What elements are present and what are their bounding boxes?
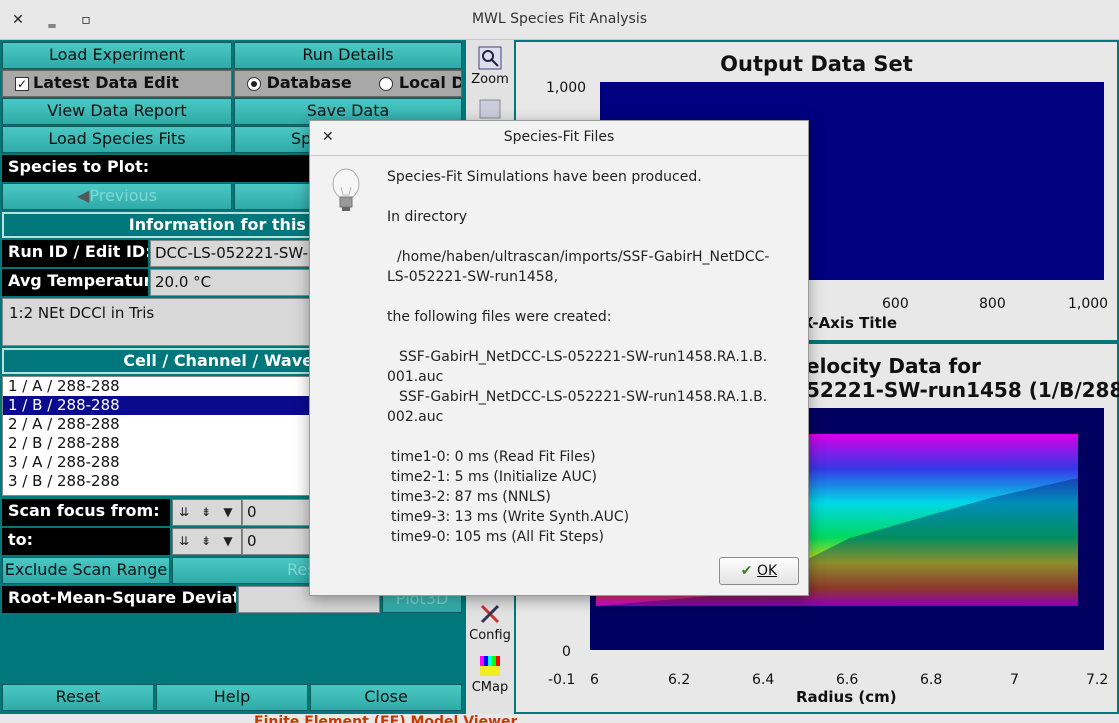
- config-label: Config: [469, 628, 511, 643]
- down-icon[interactable]: ▼: [217, 500, 239, 524]
- checkbox-check-icon: ✓: [15, 76, 29, 91]
- file-name-line: 002.auc: [387, 409, 444, 425]
- latest-data-edit-checkbox[interactable]: ✓ Latest Data Edit: [2, 70, 232, 97]
- x-tick-label: 7.2: [1086, 672, 1109, 688]
- config-icon: [480, 604, 500, 624]
- zoom-icon: [478, 46, 502, 70]
- run-details-button[interactable]: Run Details: [234, 42, 462, 69]
- y-tick-label: 0: [562, 644, 571, 660]
- database-radio[interactable]: [247, 76, 261, 91]
- velocity-plot-title-line2: 52221-SW-run1458 (1/B/288): [806, 378, 1119, 402]
- local-disk-label: Local Disk: [398, 73, 461, 92]
- local-disk-radio[interactable]: [379, 76, 394, 91]
- database-label: Database: [266, 73, 352, 92]
- exclude-scan-range-button[interactable]: Exclude Scan Range: [2, 557, 170, 584]
- timing-line: time3-2: 87 ms (NNLS): [391, 489, 551, 505]
- down-step-icon[interactable]: ⇟: [195, 500, 217, 524]
- species-fit-files-dialog: ✕ Species-Fit Files Species-Fit Simulati…: [309, 120, 809, 596]
- color-map-icon: [480, 656, 500, 676]
- scan-to-counter-buttons[interactable]: ⇊ ⇟ ▼: [172, 528, 242, 555]
- load-species-fits-button[interactable]: Load Species Fits: [2, 126, 232, 153]
- view-data-report-button[interactable]: View Data Report: [2, 98, 232, 125]
- x-tick-label: 6: [590, 672, 599, 688]
- zoom-tool[interactable]: Zoom: [466, 46, 514, 87]
- latest-data-edit-label: Latest Data Edit: [33, 73, 179, 92]
- scan-focus-to-label: to:: [2, 528, 170, 555]
- file-name-line: 001.auc: [387, 369, 444, 385]
- close-button[interactable]: Close: [310, 684, 462, 711]
- x-tick-label: 1,000: [1068, 296, 1109, 312]
- dialog-line: the following files were created:: [387, 309, 612, 325]
- source-radio-group: Database Local Disk: [234, 70, 462, 97]
- velocity-plot-x-axis-title: Radius (cm): [796, 688, 897, 706]
- file-name-line: SSF-GabirH_NetDCC-LS-052221-SW-run1458.R…: [399, 389, 768, 405]
- timing-line: time9-3: 13 ms (Write Synth.AUC): [391, 509, 630, 525]
- avg-temperature-label: Avg Temperature:: [2, 269, 148, 296]
- dialog-line: In directory: [387, 209, 468, 225]
- output-plot-x-axis-title: X-Axis Title: [802, 314, 898, 332]
- y-tick-label: 1,000: [546, 80, 587, 96]
- dialog-header: ✕ Species-Fit Files: [310, 121, 808, 156]
- dialog-title: Species-Fit Files: [503, 129, 615, 145]
- output-plot-title: Output Data Set: [720, 52, 913, 76]
- run-id-label: Run ID / Edit ID:: [2, 240, 148, 267]
- title-bar: ✕ ‗ ▫ MWL Species Fit Analysis: [0, 0, 1119, 40]
- x-tick-label: 6.2: [668, 672, 691, 688]
- x-tick-label: 600: [882, 296, 909, 312]
- timing-line: time2-1: 5 ms (Initialize AUC): [391, 469, 597, 485]
- directory-path-line: /home/haben/ultrascan/imports/SSF-GabirH…: [397, 249, 770, 265]
- scan-from-counter-buttons[interactable]: ⇊ ⇟ ▼: [172, 499, 242, 526]
- x-tick-label: 6.4: [752, 672, 775, 688]
- rmsd-label: Root-Mean-Square Deviation:: [2, 586, 236, 613]
- x-tick-label: 7: [1010, 672, 1019, 688]
- x-tick-label: 800: [979, 296, 1006, 312]
- background-window-text: Finite Element (FE) Model Viewer: [254, 714, 518, 723]
- file-name-line: SSF-GabirH_NetDCC-LS-052221-SW-run1458.R…: [399, 349, 768, 365]
- previous-arrow-icon: ◀: [77, 186, 90, 205]
- directory-path-line: LS-052221-SW-run1458,: [387, 269, 559, 285]
- ok-button[interactable]: ✔ OK: [719, 557, 799, 585]
- config-tool[interactable]: Config: [466, 602, 514, 643]
- y-tick-label: -0.1: [548, 672, 576, 688]
- dialog-line: Species-Fit Simulations have been produc…: [387, 169, 702, 185]
- zoom-label: Zoom: [471, 72, 509, 87]
- x-tick-label: 6.6: [836, 672, 859, 688]
- cmap-tool[interactable]: CMap: [466, 654, 514, 695]
- previous-button[interactable]: ◀Previous: [2, 183, 232, 210]
- dialog-message: Species-Fit Simulations have been produc…: [387, 167, 787, 547]
- reset-button[interactable]: Reset: [2, 684, 154, 711]
- timing-line: time1-0: 0 ms (Read Fit Files): [391, 449, 596, 465]
- double-down-icon[interactable]: ⇊: [173, 529, 195, 553]
- table-icon: [479, 99, 501, 119]
- down-step-icon[interactable]: ⇟: [195, 529, 217, 553]
- down-icon[interactable]: ▼: [217, 529, 239, 553]
- timing-line: time9-0: 105 ms (All Fit Steps): [391, 529, 604, 545]
- help-button[interactable]: Help: [156, 684, 308, 711]
- velocity-plot-title-line1: elocity Data for: [806, 354, 981, 378]
- scan-focus-from-label: Scan focus from:: [2, 499, 170, 526]
- lightbulb-icon: [332, 168, 360, 211]
- load-experiment-button[interactable]: Load Experiment: [2, 42, 232, 69]
- ok-label: OK: [756, 563, 778, 579]
- x-tick-label: 6.8: [920, 672, 943, 688]
- cmap-label: CMap: [471, 680, 509, 695]
- double-down-icon[interactable]: ⇊: [173, 500, 195, 524]
- ok-check-icon: ✔: [740, 563, 753, 579]
- window-title: MWL Species Fit Analysis: [471, 11, 648, 27]
